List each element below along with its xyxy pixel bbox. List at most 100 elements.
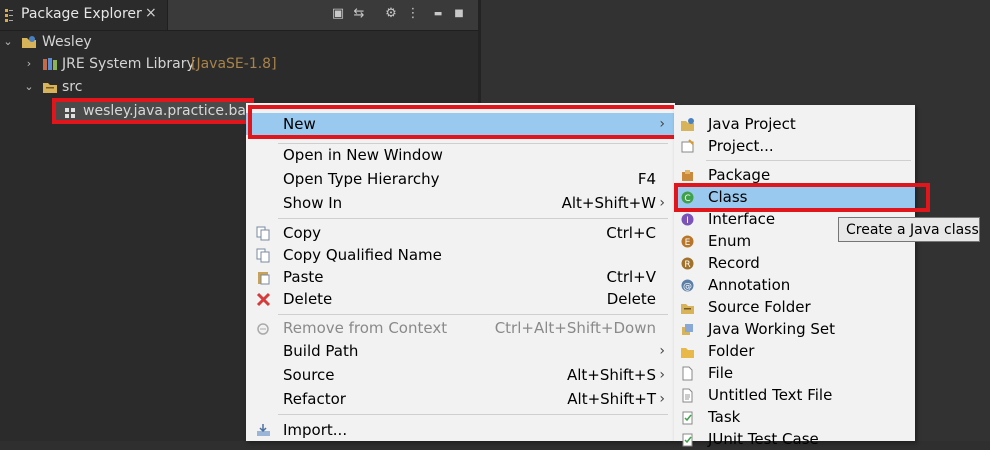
- chevron-right-icon[interactable]: ›: [23, 53, 35, 75]
- package-icon: [682, 170, 693, 181]
- shortcut-label: Alt+Shift+T: [567, 390, 656, 408]
- delete-icon: [256, 292, 271, 307]
- text-file-icon: [682, 388, 693, 403]
- tree-item-package-selected[interactable]: wesley.java.practice.basic: [52, 98, 265, 124]
- paste-icon: [258, 272, 270, 285]
- src-label: src: [62, 79, 83, 95]
- menu-item-label: Project...: [708, 137, 774, 155]
- menu-item-label: Source: [283, 366, 335, 384]
- chevron-down-icon[interactable]: ⌄: [2, 31, 14, 53]
- menu-item-label: Java Working Set: [708, 320, 836, 338]
- package-explorer-icon: [5, 9, 13, 22]
- chevron-right-icon: ›: [659, 343, 665, 359]
- menu-item-annotation[interactable]: @ Annotation: [674, 274, 915, 296]
- menu-item-label: Task: [708, 408, 741, 426]
- source-folder-icon: [681, 304, 694, 314]
- menu-item-label: File: [708, 364, 734, 382]
- highlight-new-box: [248, 105, 682, 139]
- menu-item-label: Import...: [283, 421, 348, 439]
- menu-item-label: Remove from Context: [283, 319, 448, 337]
- menu-separator: [278, 218, 668, 219]
- menu-item-label: Delete: [283, 290, 333, 308]
- library-label: JRE System Library: [62, 56, 195, 72]
- shortcut-label: Alt+Shift+W: [561, 194, 656, 212]
- project-label: Wesley: [42, 34, 92, 50]
- class-tooltip: Create a Java class: [838, 217, 980, 242]
- package-label: wesley.java.practice.basic: [83, 103, 265, 119]
- menu-item-copy-qualified-name[interactable]: Copy Qualified Name: [246, 244, 675, 266]
- junit-icon: [682, 433, 693, 447]
- menu-item-record[interactable]: R Record: [674, 252, 915, 274]
- menu-item-source-folder[interactable]: Source Folder: [674, 296, 915, 318]
- shortcut-label: Ctrl+C: [606, 224, 656, 242]
- shortcut-label: Alt+Shift+S: [566, 366, 656, 384]
- menu-item-source[interactable]: Source Alt+Shift+S ›: [246, 364, 675, 386]
- svg-text:E: E: [685, 238, 691, 248]
- tree-item-jre-library[interactable]: › JRE System Library [JavaSE-1.8]: [0, 53, 300, 75]
- tree-item-project[interactable]: ⌄ Wesley: [0, 31, 300, 53]
- menu-separator: [706, 160, 911, 161]
- menu-item-label: Build Path: [283, 342, 359, 360]
- menu-item-label: Java Project: [708, 115, 796, 133]
- menu-item-delete[interactable]: Delete Delete: [246, 288, 675, 310]
- view-tab-bar: Package Explorer × ▣ ⇆ ⚙ ⋮ ▬ ■: [0, 0, 478, 31]
- menu-item-open-new-window[interactable]: Open in New Window: [246, 144, 675, 166]
- package-icon: [65, 108, 75, 118]
- menu-item-untitled-text-file[interactable]: Untitled Text File: [674, 384, 915, 406]
- tab-package-explorer[interactable]: Package Explorer ×: [0, 0, 168, 30]
- working-set-icon: [682, 324, 693, 335]
- chevron-right-icon: ›: [659, 195, 665, 211]
- menu-item-open-type-hierarchy[interactable]: Open Type Hierarchy F4: [246, 168, 675, 190]
- menu-item-remove-from-context[interactable]: Remove from Context Ctrl+Alt+Shift+Down: [246, 317, 675, 339]
- minimize-icon[interactable]: ▬: [429, 5, 447, 23]
- menu-item-label: Annotation: [708, 276, 791, 294]
- copy-icon: [256, 226, 270, 241]
- task-icon: [682, 411, 693, 425]
- enum-icon: E: [681, 235, 694, 248]
- menu-item-task[interactable]: Task: [674, 406, 915, 428]
- menu-item-label: Copy Qualified Name: [283, 246, 442, 264]
- java-project-icon: [681, 118, 694, 131]
- menu-separator: [278, 414, 668, 415]
- menu-item-label: Untitled Text File: [708, 386, 833, 404]
- menu-item-label: Source Folder: [708, 298, 811, 316]
- remove-context-icon: [257, 323, 269, 335]
- file-icon: [682, 366, 693, 381]
- filters-icon[interactable]: ⚙: [382, 5, 400, 23]
- shortcut-label: Ctrl+V: [606, 268, 656, 286]
- maximize-icon[interactable]: ■: [450, 5, 468, 23]
- menu-item-label: Copy: [283, 224, 322, 242]
- menu-item-paste[interactable]: Paste Ctrl+V: [246, 266, 675, 288]
- context-menu: New › Open in New Window Open Type Hiera…: [246, 103, 675, 441]
- project-icon: [681, 139, 694, 153]
- source-folder-icon: [43, 83, 57, 93]
- menu-item-java-project[interactable]: Java Project: [674, 113, 915, 135]
- menu-item-label: Record: [708, 254, 760, 272]
- collapse-all-icon[interactable]: ▣: [329, 5, 347, 23]
- menu-item-label: Show In: [283, 194, 343, 212]
- view-menu-icon[interactable]: ⋮: [404, 5, 422, 23]
- chevron-right-icon: ›: [659, 391, 665, 407]
- close-icon[interactable]: ×: [145, 5, 157, 21]
- menu-item-label: Folder: [708, 342, 755, 360]
- tree-item-src[interactable]: ⌄ src: [0, 76, 300, 98]
- menu-item-folder[interactable]: Folder: [674, 340, 915, 362]
- annotation-icon: @: [681, 279, 694, 292]
- menu-item-import[interactable]: Import...: [246, 419, 675, 441]
- chevron-down-icon[interactable]: ⌄: [23, 76, 35, 98]
- menu-item-copy[interactable]: Copy Ctrl+C: [246, 222, 675, 244]
- menu-item-junit-test-case[interactable]: JUnit Test Case: [674, 428, 915, 450]
- menu-item-refactor[interactable]: Refactor Alt+Shift+T ›: [246, 388, 675, 410]
- menu-item-label: Paste: [283, 268, 324, 286]
- link-with-editor-icon[interactable]: ⇆: [350, 5, 368, 23]
- menu-item-project[interactable]: Project...: [674, 135, 915, 157]
- folder-icon: [681, 348, 694, 358]
- menu-item-file[interactable]: File: [674, 362, 915, 384]
- library-icon: [43, 58, 57, 70]
- chevron-right-icon: ›: [659, 367, 665, 383]
- menu-item-build-path[interactable]: Build Path ›: [246, 340, 675, 362]
- menu-item-show-in[interactable]: Show In Alt+Shift+W ›: [246, 192, 675, 214]
- svg-text:R: R: [684, 260, 690, 270]
- tab-title: Package Explorer: [21, 6, 142, 22]
- menu-item-java-working-set[interactable]: Java Working Set: [674, 318, 915, 340]
